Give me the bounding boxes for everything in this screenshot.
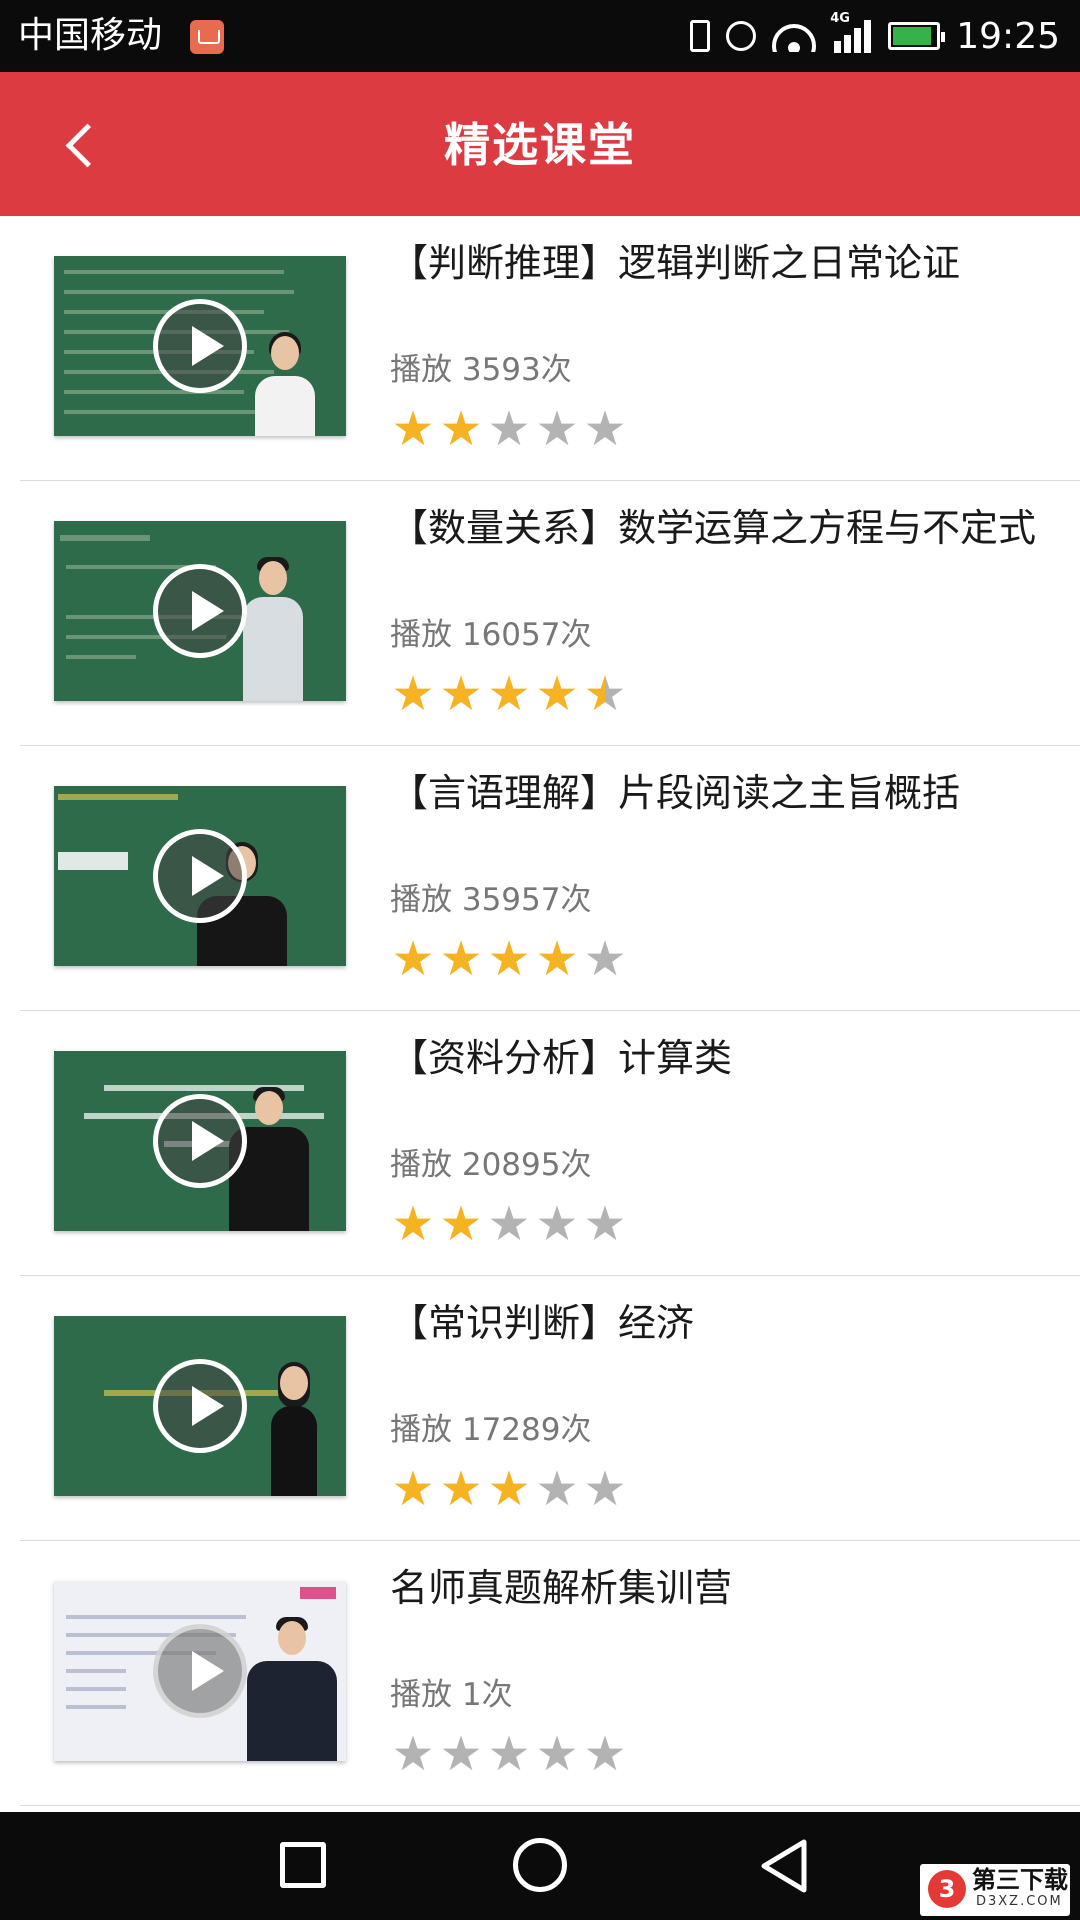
carrier-name: 中国移动	[18, 15, 163, 56]
star-icon: ★	[439, 401, 483, 457]
system-nav-bar	[0, 1812, 1080, 1920]
play-button[interactable]	[153, 564, 247, 658]
play-button[interactable]	[153, 829, 247, 923]
play-button[interactable]	[153, 1624, 247, 1718]
notification-icon	[190, 20, 224, 54]
star-icon: ★	[487, 1461, 531, 1517]
watermark-logo: 3 第三下载 D3XZ.COM	[920, 1864, 1070, 1916]
video-thumbnail[interactable]	[54, 1581, 346, 1761]
back-nav-icon[interactable]	[758, 1838, 812, 1894]
star-icon: ★	[487, 931, 531, 987]
star-icon: ★	[439, 1461, 483, 1517]
play-icon	[192, 856, 224, 896]
network-type-label: 4G	[830, 11, 850, 26]
star-icon: ★	[487, 666, 531, 722]
watermark-domain: D3XZ.COM	[976, 1894, 1063, 1909]
course-title: 【判断推理】逻辑判断之日常论证	[390, 241, 961, 285]
video-thumbnail[interactable]	[54, 256, 346, 436]
course-list: 【判断推理】逻辑判断之日常论证 播放 3593次 ★ ★ ★ ★ ★ 【数量关系】数学运…	[0, 216, 1080, 1806]
teacher-figure	[264, 1362, 324, 1496]
play-count: 播放 3593次	[390, 352, 572, 388]
star-icon: ★	[535, 401, 579, 457]
clock: 19:25	[956, 15, 1060, 57]
play-count: 播放 16057次	[390, 617, 592, 653]
star-icon: ★	[583, 1726, 627, 1782]
course-title: 【言语理解】片段阅读之主旨概括	[390, 771, 961, 815]
play-count: 播放 17289次	[390, 1412, 592, 1448]
teacher-figure	[238, 557, 308, 701]
signal-icon: 4G	[830, 11, 872, 53]
app-bar: 精选课堂	[0, 72, 1080, 216]
play-count: 播放 35957次	[390, 882, 592, 918]
star-icon: ★	[439, 1726, 483, 1782]
alarm-icon	[726, 21, 757, 51]
star-icon: ★	[535, 931, 579, 987]
star-icon: ★	[391, 1196, 435, 1252]
star-icon: ★	[487, 1196, 531, 1252]
star-icon: ★	[535, 1726, 579, 1782]
play-icon	[192, 1386, 224, 1426]
video-thumbnail[interactable]	[54, 1051, 346, 1231]
play-count: 播放 1次	[390, 1677, 513, 1713]
video-thumbnail[interactable]	[54, 786, 346, 966]
home-icon[interactable]	[513, 1838, 567, 1892]
play-button[interactable]	[153, 299, 247, 393]
star-icon: ★	[391, 666, 435, 722]
recent-apps-icon[interactable]	[280, 1842, 326, 1888]
course-list-item[interactable]: 名师真题解析集训营 播放 1次 ★ ★ ★ ★ ★	[0, 1541, 1080, 1806]
star-icon: ★	[391, 1461, 435, 1517]
watermark-mark: 3	[928, 1870, 966, 1908]
star-icon: ★	[535, 1461, 579, 1517]
teacher-figure	[244, 1617, 340, 1761]
page-title: 精选课堂	[444, 118, 636, 172]
star-icon: ★	[583, 401, 627, 457]
star-icon: ★	[583, 1461, 627, 1517]
star-icon: ★	[535, 1196, 579, 1252]
star-icon: ★	[391, 401, 435, 457]
course-list-item[interactable]: 【判断推理】逻辑判断之日常论证 播放 3593次 ★ ★ ★ ★ ★	[0, 216, 1080, 481]
star-icon: ★	[487, 401, 531, 457]
star-icon: ★	[583, 1196, 627, 1252]
video-thumbnail[interactable]	[54, 521, 346, 701]
battery-icon	[888, 22, 946, 50]
course-title: 【资料分析】计算类	[390, 1036, 733, 1080]
play-icon	[192, 326, 224, 366]
play-count: 播放 20895次	[390, 1147, 592, 1183]
battery-level-fill	[893, 27, 932, 45]
play-icon	[192, 1121, 224, 1161]
course-list-item[interactable]: 【常识判断】经济 播放 17289次 ★ ★ ★ ★ ★	[0, 1276, 1080, 1541]
star-icon: ★	[439, 931, 483, 987]
play-icon	[192, 1651, 224, 1691]
play-icon	[192, 591, 224, 631]
watermark-name: 第三下载	[972, 1866, 1068, 1894]
star-icon: ★	[391, 1726, 435, 1782]
star-icon: ★	[583, 931, 627, 987]
star-icon: ★	[583, 666, 627, 722]
star-icon: ★	[487, 1726, 531, 1782]
play-button[interactable]	[153, 1359, 247, 1453]
course-list-item[interactable]: 【数量关系】数学运算之方程与不定式 播放 16057次 ★ ★ ★ ★ ★	[0, 481, 1080, 746]
vibrate-icon	[690, 20, 711, 52]
star-icon: ★	[439, 1196, 483, 1252]
course-title: 【常识判断】经济	[390, 1301, 695, 1345]
star-icon: ★	[439, 666, 483, 722]
course-list-item[interactable]: 【言语理解】片段阅读之主旨概括 播放 35957次 ★ ★ ★ ★ ★	[0, 746, 1080, 1011]
video-thumbnail[interactable]	[54, 1316, 346, 1496]
status-icons: 4G 19:25	[674, 11, 1060, 60]
course-list-item[interactable]: 【资料分析】计算类 播放 20895次 ★ ★ ★ ★ ★	[0, 1011, 1080, 1276]
status-bar: 中国移动 4G 19:25	[0, 0, 1080, 72]
star-icon: ★	[535, 666, 579, 722]
play-button[interactable]	[153, 1094, 247, 1188]
teacher-figure	[250, 332, 320, 436]
star-icon: ★	[391, 931, 435, 987]
course-title: 【数量关系】数学运算之方程与不定式	[390, 506, 1037, 550]
wifi-icon	[772, 20, 817, 52]
course-title: 名师真题解析集训营	[390, 1566, 733, 1610]
